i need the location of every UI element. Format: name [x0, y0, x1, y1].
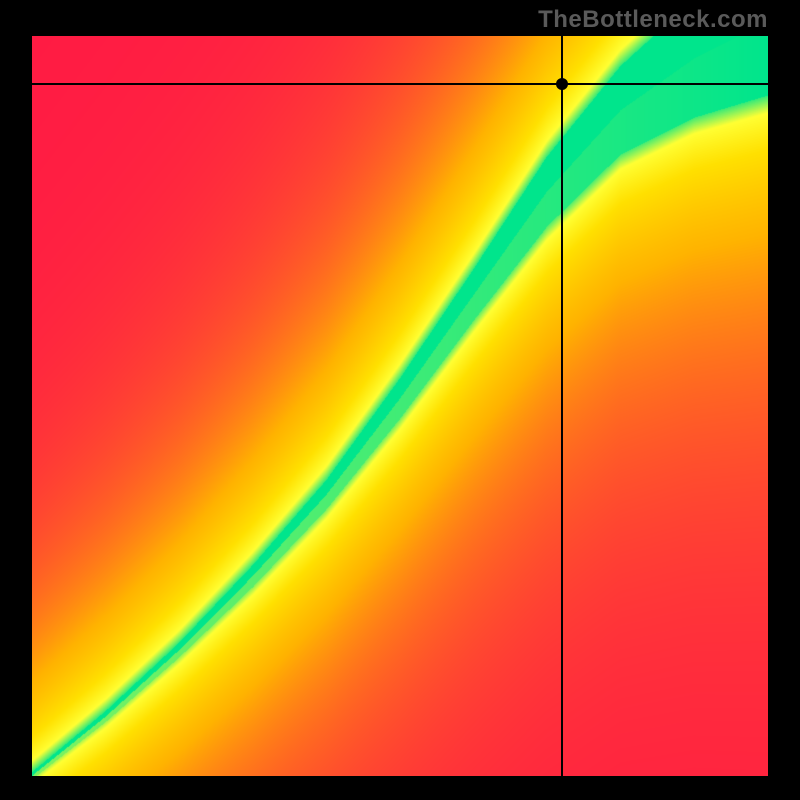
crosshair-vertical [561, 36, 563, 776]
crosshair-horizontal [32, 83, 768, 85]
heatmap-plot [32, 36, 768, 776]
watermark-text: TheBottleneck.com [538, 6, 768, 34]
chart-frame: TheBottleneck.com [0, 0, 800, 800]
heatmap-canvas [32, 36, 768, 776]
crosshair-marker [556, 78, 568, 90]
